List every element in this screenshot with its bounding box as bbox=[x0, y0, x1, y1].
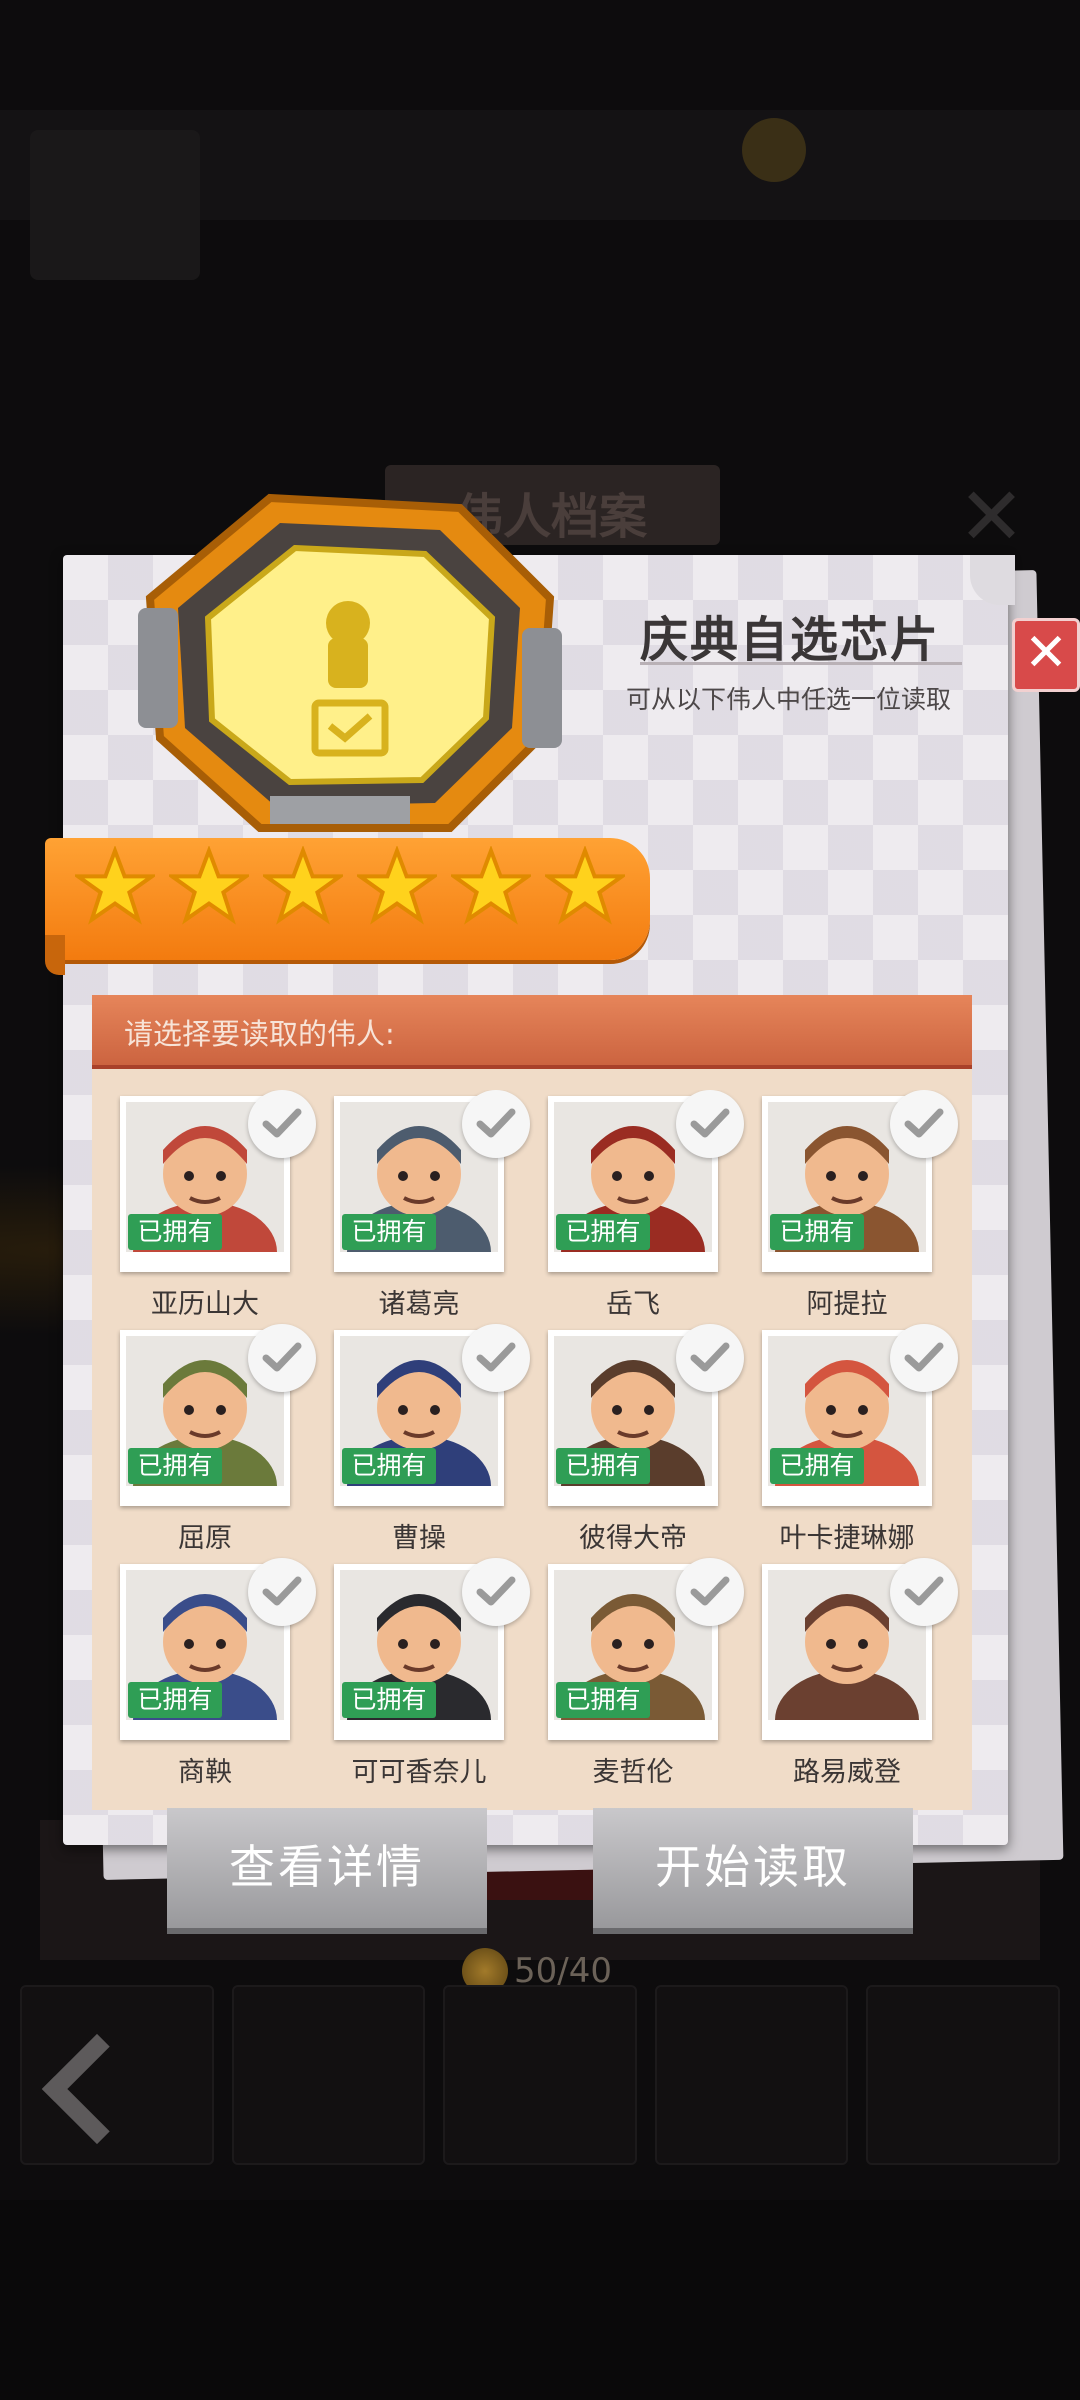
background-currency-icon bbox=[742, 118, 806, 182]
hero-name: 路易威登 bbox=[793, 1757, 901, 1788]
background-header-panel bbox=[30, 130, 200, 280]
hero-name: 可可香奈儿 bbox=[351, 1757, 487, 1788]
checkmark-icon bbox=[248, 1090, 316, 1158]
background-card bbox=[866, 1985, 1060, 2165]
checkmark-icon bbox=[248, 1324, 316, 1392]
hero-name: 亚历山大 bbox=[151, 1289, 259, 1320]
background-close-icon: ✕ bbox=[958, 470, 1026, 563]
checkmark-icon bbox=[248, 1558, 316, 1626]
hero-list-header: 请选择要读取的伟人: bbox=[92, 995, 972, 1069]
hero-card[interactable]: 已拥有岳飞 bbox=[538, 1090, 744, 1320]
close-button[interactable]: ✕ bbox=[1012, 618, 1080, 692]
owned-badge: 已拥有 bbox=[770, 1448, 864, 1484]
hero-card[interactable]: 已拥有彼得大帝 bbox=[538, 1324, 744, 1554]
hero-card[interactable]: 已拥有商鞅 bbox=[110, 1558, 316, 1788]
back-arrow-icon bbox=[28, 2030, 128, 2170]
checkmark-icon bbox=[462, 1558, 530, 1626]
checkmark-icon bbox=[462, 1324, 530, 1392]
hero-grid: 已拥有 亚历山大 已拥有 诸葛亮 已拥有 岳飞 已拥有 阿提拉 已拥有 屈原 已拥有 曹操 已拥有 彼得大… bbox=[110, 1090, 960, 1790]
owned-badge: 已拥有 bbox=[556, 1682, 650, 1718]
background-card bbox=[231, 1985, 426, 2165]
owned-badge: 已拥有 bbox=[770, 1214, 864, 1250]
hero-card[interactable]: 已拥有亚历山大 bbox=[110, 1090, 316, 1320]
hero-card[interactable]: 已拥有麦哲伦 bbox=[538, 1558, 744, 1788]
modal-title: 庆典自选芯片 bbox=[640, 612, 941, 668]
start-read-button[interactable]: 开始读取 bbox=[593, 1808, 913, 1934]
hero-name: 诸葛亮 bbox=[378, 1289, 460, 1320]
hero-card[interactable]: 路易威登 bbox=[752, 1558, 958, 1788]
chip-emblem-icon bbox=[130, 488, 570, 848]
checkmark-icon bbox=[676, 1324, 744, 1392]
owned-badge: 已拥有 bbox=[556, 1214, 650, 1250]
background-card bbox=[654, 1985, 849, 2165]
background-card-row bbox=[20, 1985, 1060, 2165]
star-icon bbox=[357, 846, 437, 925]
checkmark-icon bbox=[676, 1558, 744, 1626]
hero-card[interactable]: 已拥有阿提拉 bbox=[752, 1090, 958, 1320]
view-details-button[interactable]: 查看详情 bbox=[167, 1808, 487, 1934]
checkmark-icon bbox=[890, 1324, 958, 1392]
hero-list-prompt: 请选择要读取的伟人: bbox=[124, 1017, 395, 1051]
owned-badge: 已拥有 bbox=[128, 1214, 222, 1250]
owned-badge: 已拥有 bbox=[342, 1214, 436, 1250]
hero-card[interactable]: 已拥有曹操 bbox=[324, 1324, 530, 1554]
owned-badge: 已拥有 bbox=[342, 1448, 436, 1484]
hero-card[interactable]: 已拥有可可香奈儿 bbox=[324, 1558, 530, 1788]
checkmark-icon bbox=[676, 1090, 744, 1158]
hero-name: 屈原 bbox=[178, 1523, 232, 1554]
hero-card[interactable]: 已拥有诸葛亮 bbox=[324, 1090, 530, 1320]
checkmark-icon bbox=[462, 1090, 530, 1158]
owned-badge: 已拥有 bbox=[556, 1448, 650, 1484]
owned-badge: 已拥有 bbox=[128, 1448, 222, 1484]
background-card bbox=[443, 1985, 637, 2165]
star-icon bbox=[263, 846, 343, 925]
hero-name: 彼得大帝 bbox=[579, 1523, 687, 1554]
hero-name: 岳飞 bbox=[606, 1289, 660, 1320]
title-underline bbox=[640, 662, 962, 665]
hero-name: 曹操 bbox=[392, 1523, 446, 1554]
hero-card[interactable]: 已拥有屈原 bbox=[110, 1324, 316, 1554]
star-rating bbox=[75, 846, 625, 926]
hero-card[interactable]: 已拥有叶卡捷琳娜 bbox=[752, 1324, 958, 1554]
hero-name: 商鞅 bbox=[178, 1757, 232, 1788]
checkmark-icon bbox=[890, 1558, 958, 1626]
background-bottom-nav bbox=[0, 2200, 1080, 2400]
checkmark-icon bbox=[890, 1090, 958, 1158]
owned-badge: 已拥有 bbox=[342, 1682, 436, 1718]
modal-subtitle: 可从以下伟人中任选一位读取 bbox=[626, 685, 952, 714]
owned-badge: 已拥有 bbox=[128, 1682, 222, 1718]
star-icon bbox=[169, 846, 249, 925]
star-icon bbox=[545, 846, 625, 925]
hero-name: 阿提拉 bbox=[806, 1289, 888, 1320]
hero-name: 叶卡捷琳娜 bbox=[779, 1523, 915, 1554]
star-icon bbox=[451, 846, 531, 925]
hero-name: 麦哲伦 bbox=[592, 1757, 674, 1788]
ribbon-tail bbox=[45, 935, 65, 975]
star-icon bbox=[75, 846, 155, 925]
